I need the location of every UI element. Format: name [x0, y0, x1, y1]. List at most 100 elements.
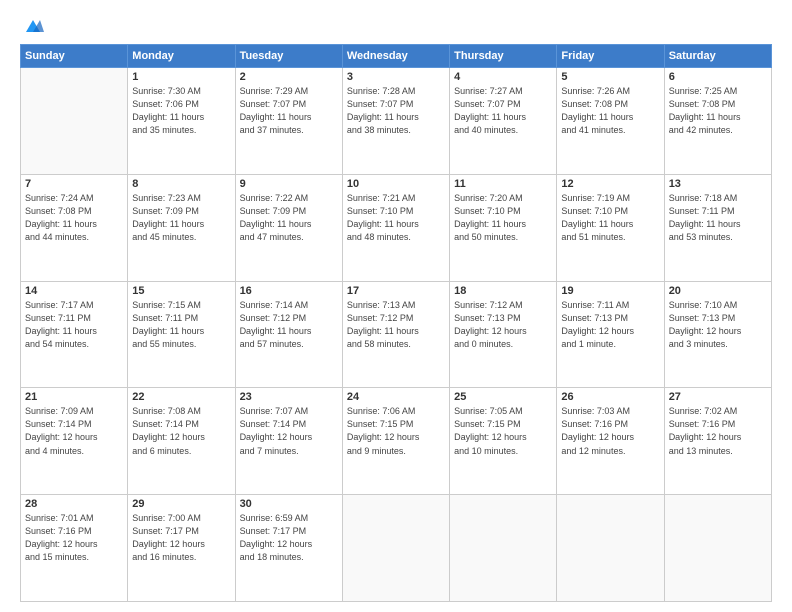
weekday-header-friday: Friday	[557, 45, 664, 68]
day-info: Sunrise: 7:25 AM Sunset: 7:08 PM Dayligh…	[669, 85, 767, 137]
calendar-cell: 28 Sunrise: 7:01 AM Sunset: 7:16 PM Dayli…	[21, 495, 128, 602]
day-number: 4	[454, 71, 552, 83]
day-number: 16	[240, 285, 338, 297]
day-number: 27	[669, 391, 767, 403]
day-info: Sunrise: 7:17 AM Sunset: 7:11 PM Dayligh…	[25, 299, 123, 351]
calendar-cell	[557, 495, 664, 602]
day-number: 2	[240, 71, 338, 83]
calendar-cell: 18 Sunrise: 7:12 AM Sunset: 7:13 PM Dayli…	[450, 281, 557, 388]
day-info: Sunrise: 7:09 AM Sunset: 7:14 PM Dayligh…	[25, 405, 123, 457]
calendar-cell: 6 Sunrise: 7:25 AM Sunset: 7:08 PM Daylig…	[664, 68, 771, 175]
day-info: Sunrise: 7:24 AM Sunset: 7:08 PM Dayligh…	[25, 192, 123, 244]
header	[20, 18, 772, 34]
day-number: 20	[669, 285, 767, 297]
day-number: 23	[240, 391, 338, 403]
page: SundayMondayTuesdayWednesdayThursdayFrid…	[0, 0, 792, 612]
day-info: Sunrise: 7:02 AM Sunset: 7:16 PM Dayligh…	[669, 405, 767, 457]
calendar-week-2: 14 Sunrise: 7:17 AM Sunset: 7:11 PM Dayli…	[21, 281, 772, 388]
day-number: 14	[25, 285, 123, 297]
calendar-cell: 8 Sunrise: 7:23 AM Sunset: 7:09 PM Daylig…	[128, 174, 235, 281]
calendar-cell: 11Sunrise: 7:20 AM Sunset: 7:10 PM Dayli…	[450, 174, 557, 281]
weekday-header-row: SundayMondayTuesdayWednesdayThursdayFrid…	[21, 45, 772, 68]
calendar-cell: 29 Sunrise: 7:00 AM Sunset: 7:17 PM Dayli…	[128, 495, 235, 602]
day-number: 24	[347, 391, 445, 403]
calendar-table: SundayMondayTuesdayWednesdayThursdayFrid…	[20, 44, 772, 602]
day-info: Sunrise: 7:11 AM Sunset: 7:13 PM Dayligh…	[561, 299, 659, 351]
day-number: 15	[132, 285, 230, 297]
calendar-cell: 1 Sunrise: 7:30 AM Sunset: 7:06 PM Daylig…	[128, 68, 235, 175]
day-info: Sunrise: 7:10 AM Sunset: 7:13 PM Dayligh…	[669, 299, 767, 351]
calendar-cell: 14 Sunrise: 7:17 AM Sunset: 7:11 PM Dayli…	[21, 281, 128, 388]
calendar-cell: 16Sunrise: 7:14 AM Sunset: 7:12 PM Dayli…	[235, 281, 342, 388]
day-info: Sunrise: 7:05 AM Sunset: 7:15 PM Dayligh…	[454, 405, 552, 457]
day-number: 13	[669, 178, 767, 190]
day-number: 3	[347, 71, 445, 83]
day-number: 17	[347, 285, 445, 297]
calendar-cell: 15 Sunrise: 7:15 AM Sunset: 7:11 PM Dayli…	[128, 281, 235, 388]
calendar-cell: 12 Sunrise: 7:19 AM Sunset: 7:10 PM Dayli…	[557, 174, 664, 281]
weekday-header-tuesday: Tuesday	[235, 45, 342, 68]
logo-icon	[22, 18, 44, 36]
calendar-cell	[664, 495, 771, 602]
calendar-cell: 25Sunrise: 7:05 AM Sunset: 7:15 PM Dayli…	[450, 388, 557, 495]
weekday-header-thursday: Thursday	[450, 45, 557, 68]
day-info: Sunrise: 7:13 AM Sunset: 7:12 PM Dayligh…	[347, 299, 445, 351]
calendar-cell	[450, 495, 557, 602]
calendar-cell: 22 Sunrise: 7:08 AM Sunset: 7:14 PM Dayli…	[128, 388, 235, 495]
calendar-cell: 9Sunrise: 7:22 AM Sunset: 7:09 PM Daylig…	[235, 174, 342, 281]
day-info: Sunrise: 7:00 AM Sunset: 7:17 PM Dayligh…	[132, 512, 230, 564]
day-number: 7	[25, 178, 123, 190]
calendar-cell	[21, 68, 128, 175]
calendar-cell: 17 Sunrise: 7:13 AM Sunset: 7:12 PM Dayli…	[342, 281, 449, 388]
day-info: Sunrise: 7:20 AM Sunset: 7:10 PM Dayligh…	[454, 192, 552, 244]
day-info: Sunrise: 7:07 AM Sunset: 7:14 PM Dayligh…	[240, 405, 338, 457]
calendar-cell: 5Sunrise: 7:26 AM Sunset: 7:08 PM Daylig…	[557, 68, 664, 175]
day-info: Sunrise: 7:19 AM Sunset: 7:10 PM Dayligh…	[561, 192, 659, 244]
calendar-cell: 27 Sunrise: 7:02 AM Sunset: 7:16 PM Dayli…	[664, 388, 771, 495]
calendar-cell: 23 Sunrise: 7:07 AM Sunset: 7:14 PM Dayli…	[235, 388, 342, 495]
day-info: Sunrise: 7:21 AM Sunset: 7:10 PM Dayligh…	[347, 192, 445, 244]
day-info: Sunrise: 7:23 AM Sunset: 7:09 PM Dayligh…	[132, 192, 230, 244]
calendar-week-3: 21 Sunrise: 7:09 AM Sunset: 7:14 PM Dayli…	[21, 388, 772, 495]
day-info: Sunrise: 7:15 AM Sunset: 7:11 PM Dayligh…	[132, 299, 230, 351]
weekday-header-saturday: Saturday	[664, 45, 771, 68]
day-info: Sunrise: 7:27 AM Sunset: 7:07 PM Dayligh…	[454, 85, 552, 137]
calendar-cell: 2Sunrise: 7:29 AM Sunset: 7:07 PM Daylig…	[235, 68, 342, 175]
logo	[20, 18, 44, 34]
calendar-cell: 24 Sunrise: 7:06 AM Sunset: 7:15 PM Dayli…	[342, 388, 449, 495]
day-number: 21	[25, 391, 123, 403]
day-info: Sunrise: 7:26 AM Sunset: 7:08 PM Dayligh…	[561, 85, 659, 137]
calendar-cell	[342, 495, 449, 602]
calendar-cell: 21 Sunrise: 7:09 AM Sunset: 7:14 PM Dayli…	[21, 388, 128, 495]
weekday-header-monday: Monday	[128, 45, 235, 68]
calendar-cell: 26 Sunrise: 7:03 AM Sunset: 7:16 PM Dayli…	[557, 388, 664, 495]
day-number: 1	[132, 71, 230, 83]
day-info: Sunrise: 7:08 AM Sunset: 7:14 PM Dayligh…	[132, 405, 230, 457]
day-info: Sunrise: 7:30 AM Sunset: 7:06 PM Dayligh…	[132, 85, 230, 137]
calendar-cell: 4 Sunrise: 7:27 AM Sunset: 7:07 PM Daylig…	[450, 68, 557, 175]
day-info: Sunrise: 6:59 AM Sunset: 7:17 PM Dayligh…	[240, 512, 338, 564]
day-number: 29	[132, 498, 230, 510]
day-info: Sunrise: 7:22 AM Sunset: 7:09 PM Dayligh…	[240, 192, 338, 244]
day-number: 22	[132, 391, 230, 403]
day-number: 12	[561, 178, 659, 190]
day-info: Sunrise: 7:03 AM Sunset: 7:16 PM Dayligh…	[561, 405, 659, 457]
day-info: Sunrise: 7:01 AM Sunset: 7:16 PM Dayligh…	[25, 512, 123, 564]
day-info: Sunrise: 7:12 AM Sunset: 7:13 PM Dayligh…	[454, 299, 552, 351]
day-number: 26	[561, 391, 659, 403]
calendar-cell: 13 Sunrise: 7:18 AM Sunset: 7:11 PM Dayli…	[664, 174, 771, 281]
day-number: 19	[561, 285, 659, 297]
calendar-week-1: 7 Sunrise: 7:24 AM Sunset: 7:08 PM Daylig…	[21, 174, 772, 281]
weekday-header-sunday: Sunday	[21, 45, 128, 68]
day-info: Sunrise: 7:06 AM Sunset: 7:15 PM Dayligh…	[347, 405, 445, 457]
calendar-cell: 7 Sunrise: 7:24 AM Sunset: 7:08 PM Daylig…	[21, 174, 128, 281]
calendar-week-4: 28 Sunrise: 7:01 AM Sunset: 7:16 PM Dayli…	[21, 495, 772, 602]
day-info: Sunrise: 7:28 AM Sunset: 7:07 PM Dayligh…	[347, 85, 445, 137]
calendar-week-0: 1 Sunrise: 7:30 AM Sunset: 7:06 PM Daylig…	[21, 68, 772, 175]
day-info: Sunrise: 7:18 AM Sunset: 7:11 PM Dayligh…	[669, 192, 767, 244]
day-number: 6	[669, 71, 767, 83]
day-number: 8	[132, 178, 230, 190]
day-number: 28	[25, 498, 123, 510]
day-number: 18	[454, 285, 552, 297]
calendar-cell: 19 Sunrise: 7:11 AM Sunset: 7:13 PM Dayli…	[557, 281, 664, 388]
